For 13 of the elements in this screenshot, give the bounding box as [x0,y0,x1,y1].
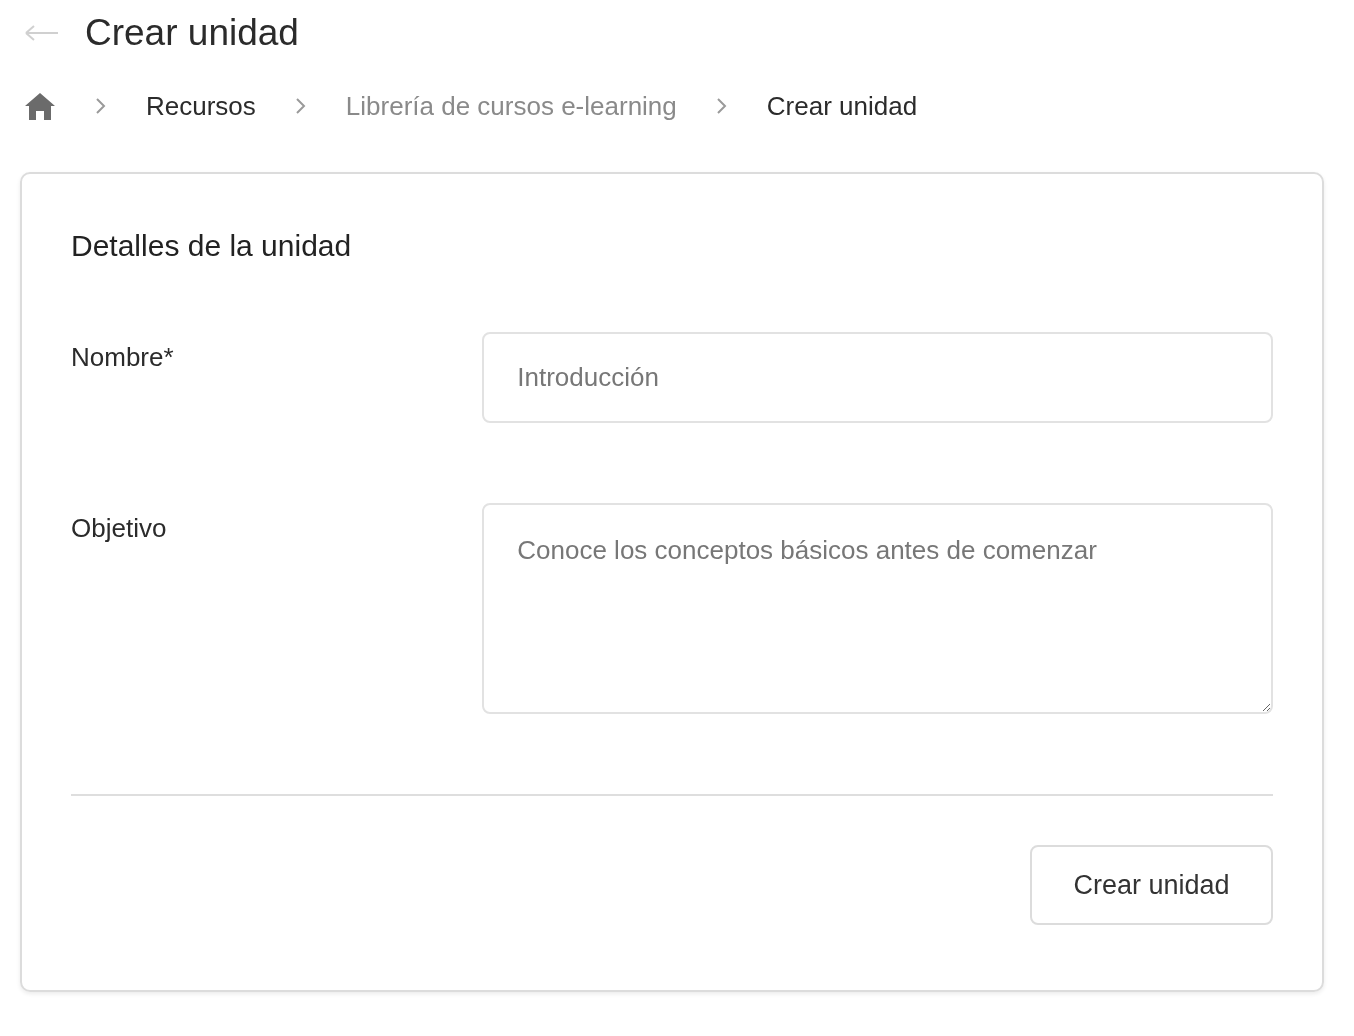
breadcrumb-current: Crear unidad [766,89,918,123]
field-label: Objetivo [71,512,168,545]
page-title: Crear unidad [85,11,299,56]
chevron-right-icon [94,96,108,116]
card-title: Detalles de la unidad [71,228,353,264]
breadcrumb-link[interactable]: Recursos [146,86,256,126]
name-input[interactable]: Introducción [482,332,1273,423]
chevron-right-icon [714,96,729,116]
home-icon[interactable] [24,91,56,121]
field-label: Nombre* [71,341,175,374]
create-unit-button[interactable]: Crear unidad [1030,845,1273,925]
chevron-right-icon [293,96,308,116]
objective-textarea[interactable]: Conoce los conceptos básicos antes de comenzar [482,503,1273,714]
